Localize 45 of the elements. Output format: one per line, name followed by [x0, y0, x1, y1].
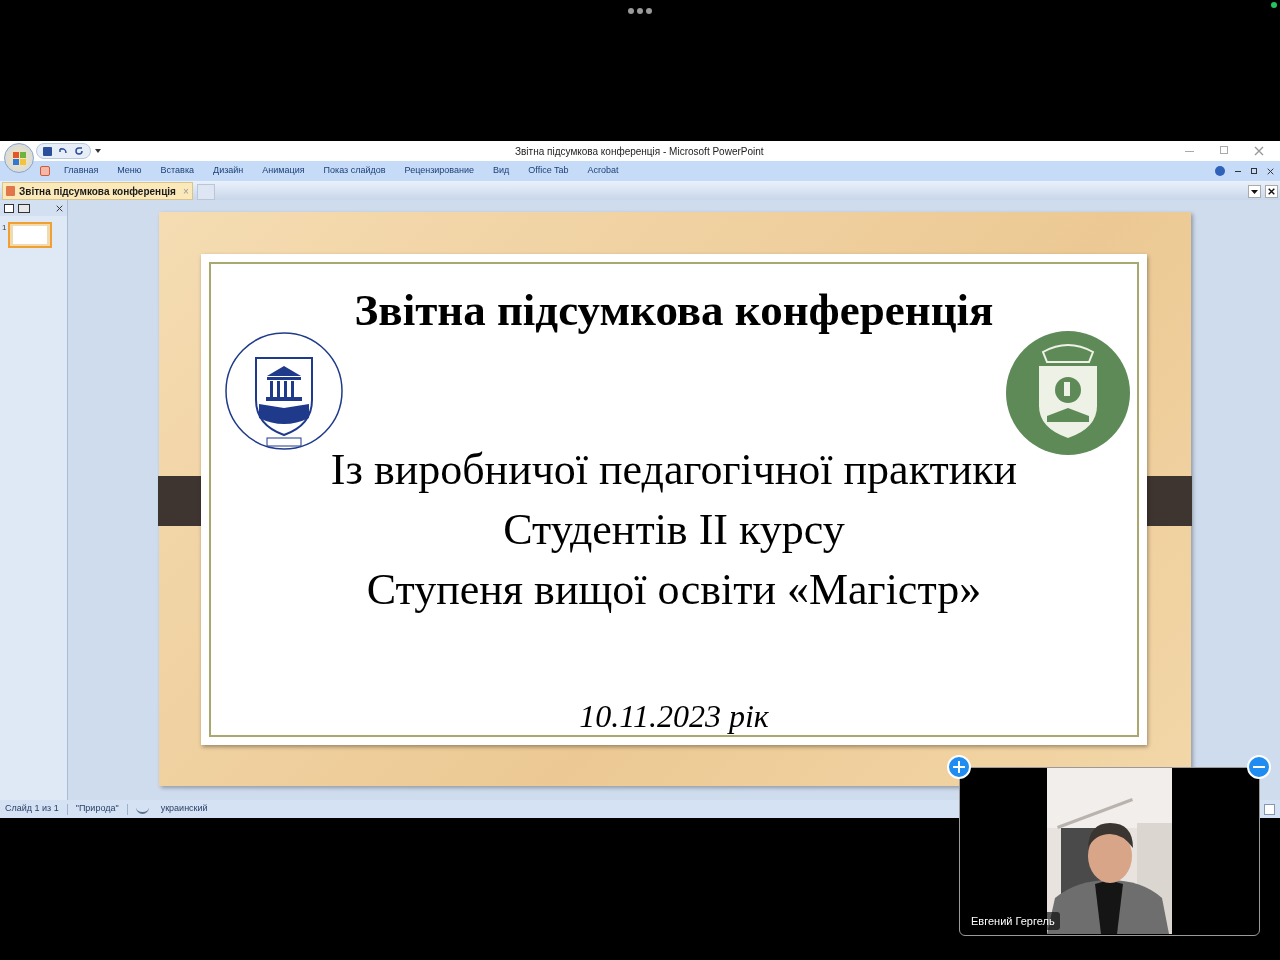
help-icon[interactable]: [1215, 166, 1225, 176]
ribbon-tab[interactable]: Дизайн: [213, 164, 244, 178]
save-icon[interactable]: [43, 146, 52, 156]
document-tab[interactable]: Звітна підсумкова конференція ×: [2, 182, 193, 200]
ribbon-tab[interactable]: Показ слайдов: [323, 164, 386, 178]
ribbon-tab[interactable]: Вставка: [160, 164, 195, 178]
restore-icon[interactable]: [1251, 168, 1257, 174]
caret-icon[interactable]: [95, 148, 101, 154]
close-icon[interactable]: [56, 204, 63, 212]
minimize-icon[interactable]: [1235, 170, 1241, 172]
slide-text: Із виробничої педагогічної практики: [330, 444, 1018, 496]
window-title: Звітна підсумкова конференція - Microsoft PowerPoint: [515, 144, 764, 159]
slide-text: Ступеня вищої освіти «Магістр»: [366, 564, 982, 616]
ribbon-tab[interactable]: Главная: [64, 164, 99, 178]
university-emblem-icon: [223, 330, 345, 452]
redo-icon[interactable]: [74, 146, 84, 156]
dropdown-button[interactable]: [1248, 185, 1261, 198]
caret-icon: [1251, 189, 1258, 194]
city-emblem-icon: [1005, 330, 1131, 456]
close-button[interactable]: [1265, 185, 1278, 198]
slide-title: Звітна підсумкова конференція: [354, 284, 994, 337]
theme-name: "Природа": [75, 802, 119, 816]
slide-thumbnail[interactable]: [8, 222, 53, 248]
undo-icon[interactable]: [58, 146, 68, 156]
frame-clip: [158, 476, 201, 526]
office-button[interactable]: [4, 143, 34, 173]
ribbon-tab[interactable]: Рецензирование: [404, 164, 475, 178]
slide-number: 1: [2, 222, 7, 234]
slide-date: 10.11.2023 рік: [579, 697, 769, 736]
ribbon-tab[interactable]: Office Tab: [528, 164, 569, 178]
ribbon-tab[interactable]: Меню: [117, 164, 142, 178]
fit-to-window-icon[interactable]: [1264, 803, 1275, 815]
more-options-icon[interactable]: [628, 8, 652, 14]
language-label[interactable]: украинский: [160, 802, 208, 816]
frame-clip: [1147, 476, 1192, 526]
ribbon-tab[interactable]: Вид: [493, 164, 510, 178]
slides-tab-icon[interactable]: [4, 203, 14, 213]
close-icon[interactable]: [1267, 167, 1274, 175]
acrobat-icon[interactable]: [40, 166, 50, 176]
close-icon: [1268, 188, 1275, 195]
ribbon-tab[interactable]: Acrobat: [587, 164, 619, 178]
ribbon-tab[interactable]: Анимация: [262, 164, 305, 178]
outline-tab-icon[interactable]: [18, 203, 30, 213]
slide-counter: Слайд 1 из 1: [5, 802, 59, 816]
slide-text: Студентів ІІ курсу: [503, 504, 845, 556]
